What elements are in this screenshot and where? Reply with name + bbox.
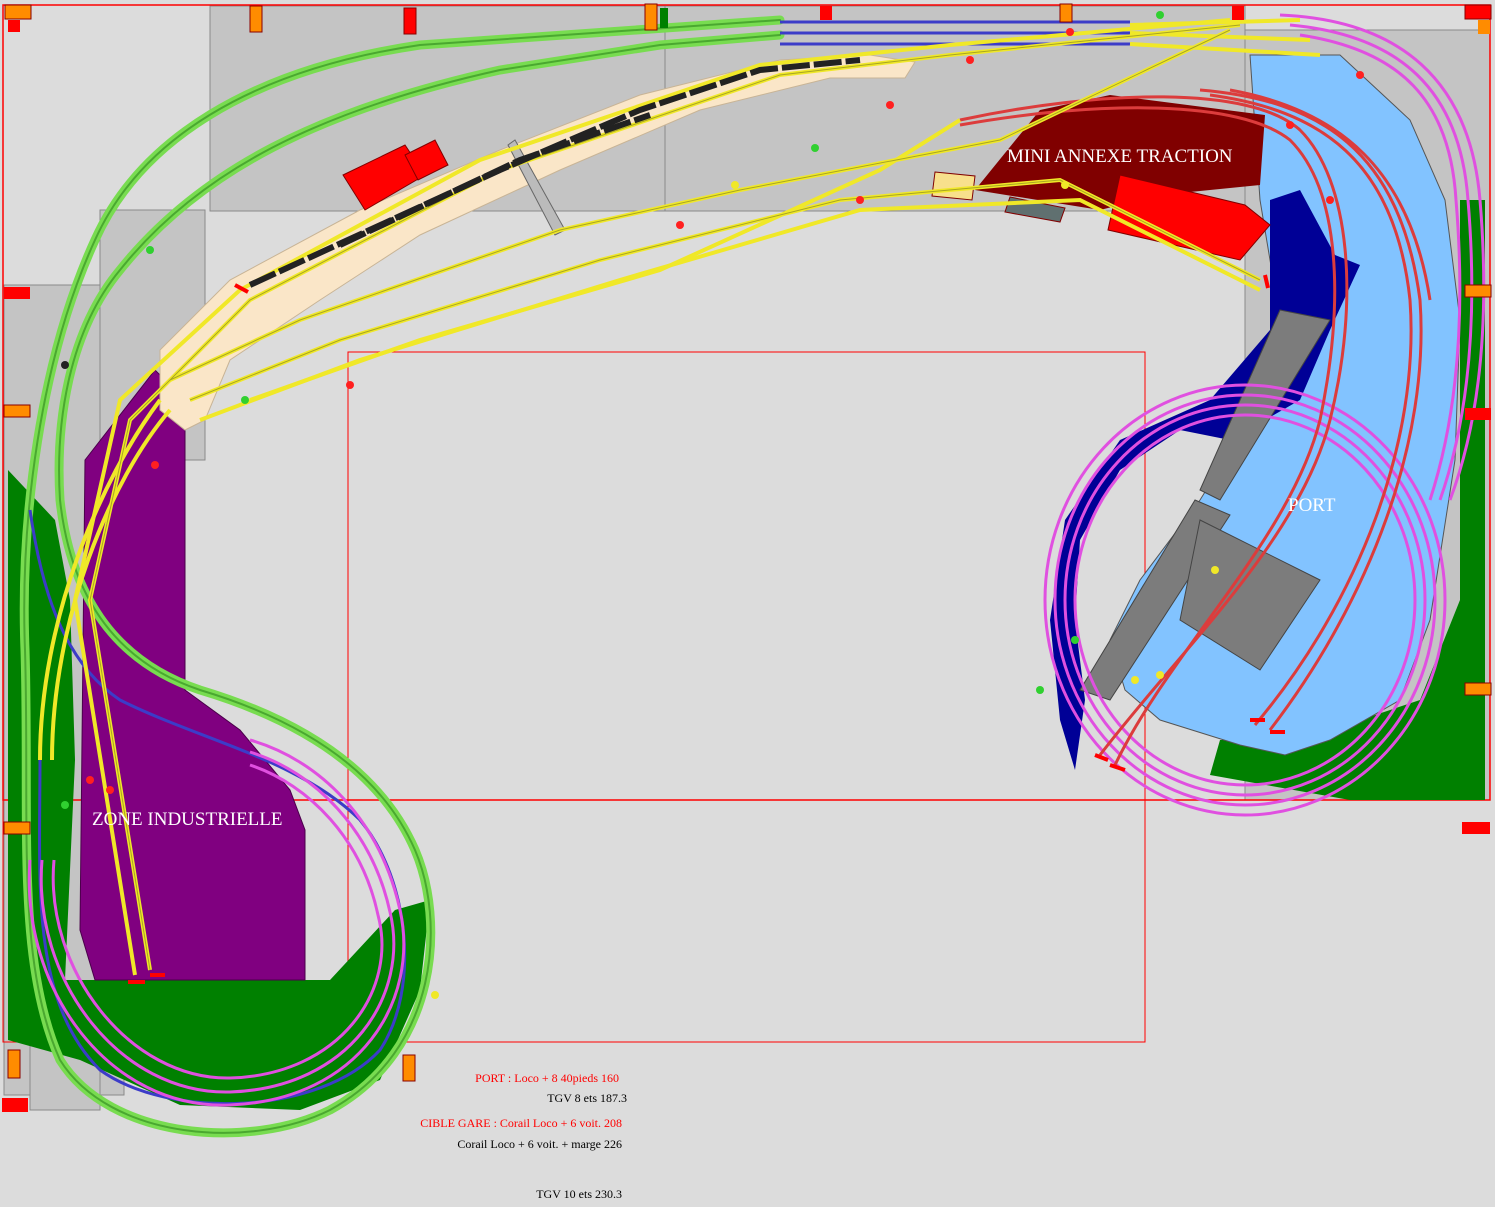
note-corail-marge: Corail Loco + 6 voit. + marge 226	[457, 1137, 622, 1151]
note-tgv10: TGV 10 ets 230.3	[536, 1187, 622, 1201]
track-plan	[0, 0, 1495, 1207]
note-port: PORT : Loco + 8 40pieds 160	[475, 1071, 619, 1085]
annexe-label: MINI ANNEXE TRACTION	[1007, 146, 1233, 167]
industrial-zone-label: ZONE INDUSTRIELLE	[92, 809, 283, 830]
note-cible-gare: CIBLE GARE : Corail Loco + 6 voit. 208	[420, 1116, 622, 1130]
port-label: PORT	[1288, 495, 1336, 516]
note-tgv8: TGV 8 ets 187.3	[547, 1091, 627, 1105]
